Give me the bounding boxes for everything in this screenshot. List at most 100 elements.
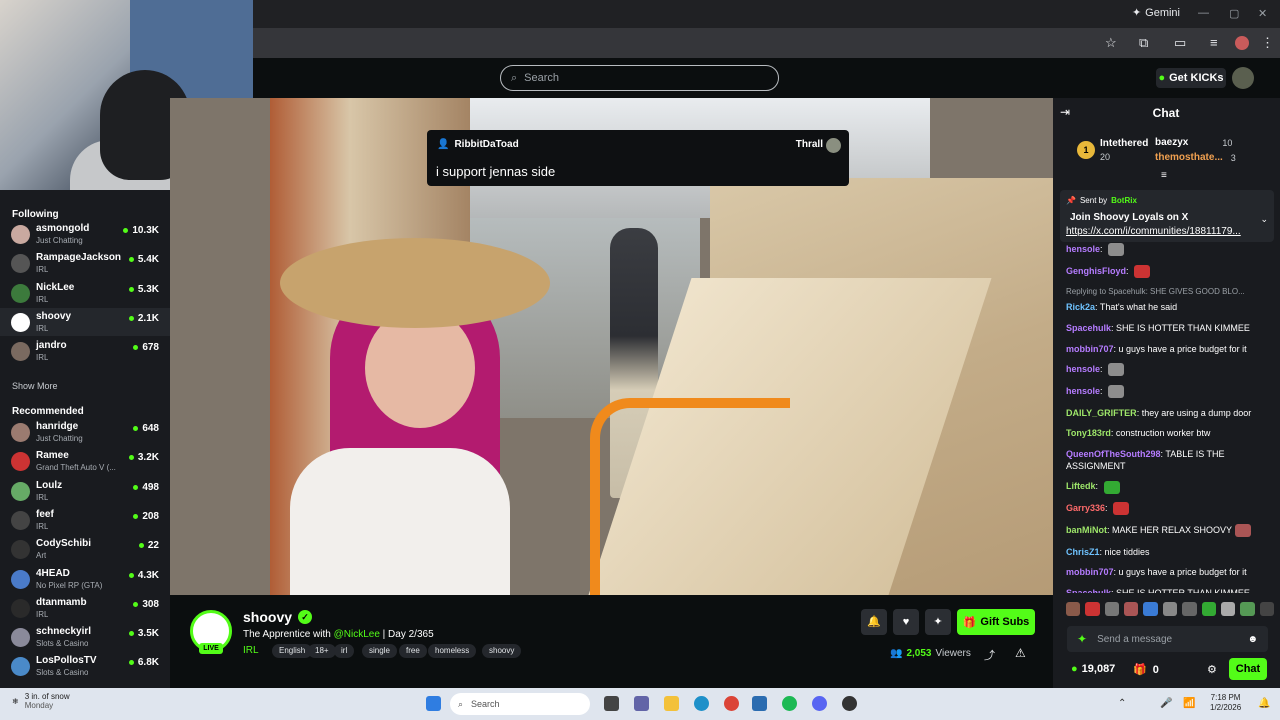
minimize-icon[interactable]: — bbox=[1198, 7, 1209, 19]
chat-username[interactable]: mobbin707 bbox=[1066, 567, 1114, 577]
emote-icon[interactable] bbox=[1182, 602, 1197, 616]
chevron-down-icon[interactable]: ⌄ bbox=[1260, 214, 1268, 225]
share-icon[interactable]: ⤴ bbox=[984, 647, 995, 663]
chat-message[interactable]: Spacehulk: SHE IS HOTTER THAN KIMMEE bbox=[1066, 587, 1278, 593]
pinned-link[interactable]: https://x.com/i/communities/18811179... bbox=[1066, 226, 1241, 237]
sidebar-channel-lospollostv[interactable]: LosPollosTV Slots & Casino 6.8K bbox=[0, 652, 170, 680]
profile-icon[interactable] bbox=[1235, 36, 1249, 50]
cast-icon[interactable]: ▭ bbox=[1174, 35, 1186, 51]
emote-icon[interactable] bbox=[1259, 602, 1274, 616]
chat-message[interactable]: Liftedk: bbox=[1066, 480, 1278, 494]
mic-icon[interactable]: 🎤 bbox=[1160, 698, 1172, 709]
chat-message[interactable]: Rick2a: That's what he said bbox=[1066, 301, 1278, 313]
sidebar-channel-4head[interactable]: 4HEAD No Pixel RP (GTA) 4.3K bbox=[0, 565, 170, 593]
gift-subs-button[interactable]: 🎁 Gift Subs bbox=[957, 609, 1035, 635]
emote-icon[interactable] bbox=[1220, 602, 1236, 616]
emote-icon[interactable] bbox=[1201, 602, 1216, 616]
chat-username[interactable]: Spacehulk bbox=[1066, 588, 1111, 593]
chat-message[interactable]: DAILY_GRIFTER: they are using a dump doo… bbox=[1066, 407, 1278, 419]
sidebar-channel-ramee[interactable]: Ramee Grand Theft Auto V (... 3.2K bbox=[0, 447, 170, 475]
sidebar-channel-schneckyirl[interactable]: schneckyirl Slots & Casino 3.5K bbox=[0, 623, 170, 651]
subs-count[interactable]: 🎁 0 bbox=[1133, 663, 1159, 677]
teams-icon[interactable] bbox=[634, 696, 649, 711]
kicks-balance[interactable]: ● 19,087 bbox=[1071, 663, 1115, 675]
taskbar-clock[interactable]: 7:18 PM 1/2/2026 bbox=[1210, 693, 1241, 713]
stream-tag[interactable]: English bbox=[272, 644, 313, 658]
bookmark-star-icon[interactable]: ☆ bbox=[1105, 35, 1117, 51]
sidebar-channel-nicklee[interactable]: NickLee IRL 5.3K bbox=[0, 279, 170, 307]
chat-send-button[interactable]: Chat bbox=[1229, 658, 1267, 680]
follow-heart-icon[interactable]: ♥ bbox=[893, 609, 919, 635]
mention-link[interactable]: @NickLee bbox=[334, 629, 380, 640]
store-icon[interactable] bbox=[752, 696, 767, 711]
chat-message[interactable]: QueenOfTheSouth298: TABLE IS THE ASSIGNM… bbox=[1066, 448, 1278, 472]
sidebar-channel-jandro[interactable]: jandro IRL 678 bbox=[0, 337, 170, 365]
chevron-up-icon[interactable]: ⌃ bbox=[1118, 698, 1126, 709]
chat-input[interactable]: ✦ Send a message ☻ bbox=[1067, 626, 1268, 652]
stream-tag[interactable]: single bbox=[362, 644, 397, 658]
maximize-icon[interactable]: ▢ bbox=[1229, 7, 1239, 20]
start-icon[interactable] bbox=[426, 696, 441, 711]
emote-icon[interactable] bbox=[1104, 602, 1120, 616]
gear-icon[interactable]: ⚙ bbox=[1207, 663, 1217, 676]
taskbar-search[interactable]: ⌕ Search bbox=[450, 693, 590, 715]
stream-tag[interactable]: free bbox=[399, 644, 427, 658]
task-view-icon[interactable] bbox=[604, 696, 619, 711]
chat-username[interactable]: mobbin707 bbox=[1066, 344, 1114, 354]
search-input[interactable]: ⌕ Search bbox=[500, 65, 779, 91]
emote-bar[interactable] bbox=[1066, 602, 1274, 618]
show-more-link[interactable]: Show More bbox=[12, 381, 58, 391]
user-avatar[interactable] bbox=[1232, 67, 1254, 89]
chat-message[interactable]: Spacehulk: SHE IS HOTTER THAN KIMMEE bbox=[1066, 322, 1278, 334]
chrome-icon[interactable] bbox=[724, 696, 739, 711]
get-kicks-button[interactable]: ● Get KICKs bbox=[1156, 68, 1226, 88]
stream-tag[interactable]: homeless bbox=[428, 644, 477, 658]
chat-username[interactable]: Garry336 bbox=[1066, 503, 1105, 513]
leader-2[interactable]: baezyx 10 bbox=[1155, 137, 1232, 148]
emote-icon[interactable] bbox=[1162, 602, 1178, 616]
expand-leaderboard-icon[interactable]: ≡ bbox=[1161, 170, 1167, 181]
sidebar-channel-rampagejackson[interactable]: RampageJackson IRL 5.4K bbox=[0, 249, 170, 277]
discord-icon[interactable] bbox=[812, 696, 827, 711]
chat-message[interactable]: ChrisZ1: nice tiddies bbox=[1066, 546, 1278, 558]
emote-icon[interactable] bbox=[1143, 602, 1158, 616]
sidebar-channel-shoovy[interactable]: shoovy IRL 2.1K bbox=[0, 307, 170, 336]
chat-message[interactable]: hensole: bbox=[1066, 385, 1278, 399]
chat-username[interactable]: GenghisFloyd bbox=[1066, 266, 1126, 276]
streamer-name[interactable]: shoovy ✓ bbox=[243, 609, 313, 625]
close-icon[interactable]: ✕ bbox=[1258, 7, 1267, 20]
spotify-icon[interactable] bbox=[782, 696, 797, 711]
emoji-icon[interactable]: ☻ bbox=[1247, 634, 1258, 645]
sidebar-channel-hanridge[interactable]: hanridge Just Chatting 648 bbox=[0, 418, 170, 446]
category-link[interactable]: IRL bbox=[243, 645, 259, 656]
chat-message[interactable]: mobbin707: u guys have a price budget fo… bbox=[1066, 566, 1278, 578]
stream-tag[interactable]: irl bbox=[334, 644, 355, 658]
leader-1[interactable]: Intethered bbox=[1100, 138, 1148, 149]
notification-bell-icon[interactable]: 🔔 bbox=[861, 609, 887, 635]
chat-username[interactable]: Liftedk bbox=[1066, 481, 1096, 491]
pinned-message[interactable]: 📌 Sent by BotRix Join Shoovy Loyals on X h… bbox=[1060, 190, 1274, 242]
leader-3[interactable]: themosthate... 3 bbox=[1155, 152, 1236, 163]
chat-username[interactable]: banMiNot bbox=[1066, 525, 1107, 535]
chat-message[interactable]: mobbin707: u guys have a price budget fo… bbox=[1066, 343, 1278, 355]
emote-icon[interactable] bbox=[1085, 602, 1100, 616]
chat-message[interactable]: hensole: bbox=[1066, 363, 1278, 377]
sidebar-channel-dtanmamb[interactable]: dtanmamb IRL 308 bbox=[0, 594, 170, 622]
chat-message[interactable]: GenghisFloyd: bbox=[1066, 264, 1278, 278]
emote-icon[interactable] bbox=[1066, 602, 1081, 616]
obs-icon[interactable] bbox=[842, 696, 857, 711]
chat-message[interactable]: hensole: bbox=[1066, 243, 1278, 257]
stream-tag[interactable]: shoovy bbox=[482, 644, 522, 658]
report-icon[interactable]: ⚠ bbox=[1015, 646, 1026, 660]
chat-username[interactable]: Rick2a bbox=[1066, 302, 1095, 312]
edge-icon[interactable] bbox=[694, 696, 709, 711]
sparkle-icon[interactable]: ✦ bbox=[925, 609, 951, 635]
chat-username[interactable]: Spacehulk bbox=[1066, 323, 1111, 333]
wifi-icon[interactable]: 📶 bbox=[1183, 698, 1195, 709]
chat-message[interactable]: Tony183rd: construction worker btw bbox=[1066, 427, 1278, 439]
extensions-icon[interactable]: ⧉ bbox=[1139, 35, 1148, 51]
file-explorer-icon[interactable] bbox=[664, 696, 679, 711]
chat-username[interactable]: DAILY_GRIFTER bbox=[1066, 408, 1137, 418]
chat-username[interactable]: Tony183rd bbox=[1066, 428, 1111, 438]
chat-username[interactable]: hensole bbox=[1066, 244, 1100, 254]
